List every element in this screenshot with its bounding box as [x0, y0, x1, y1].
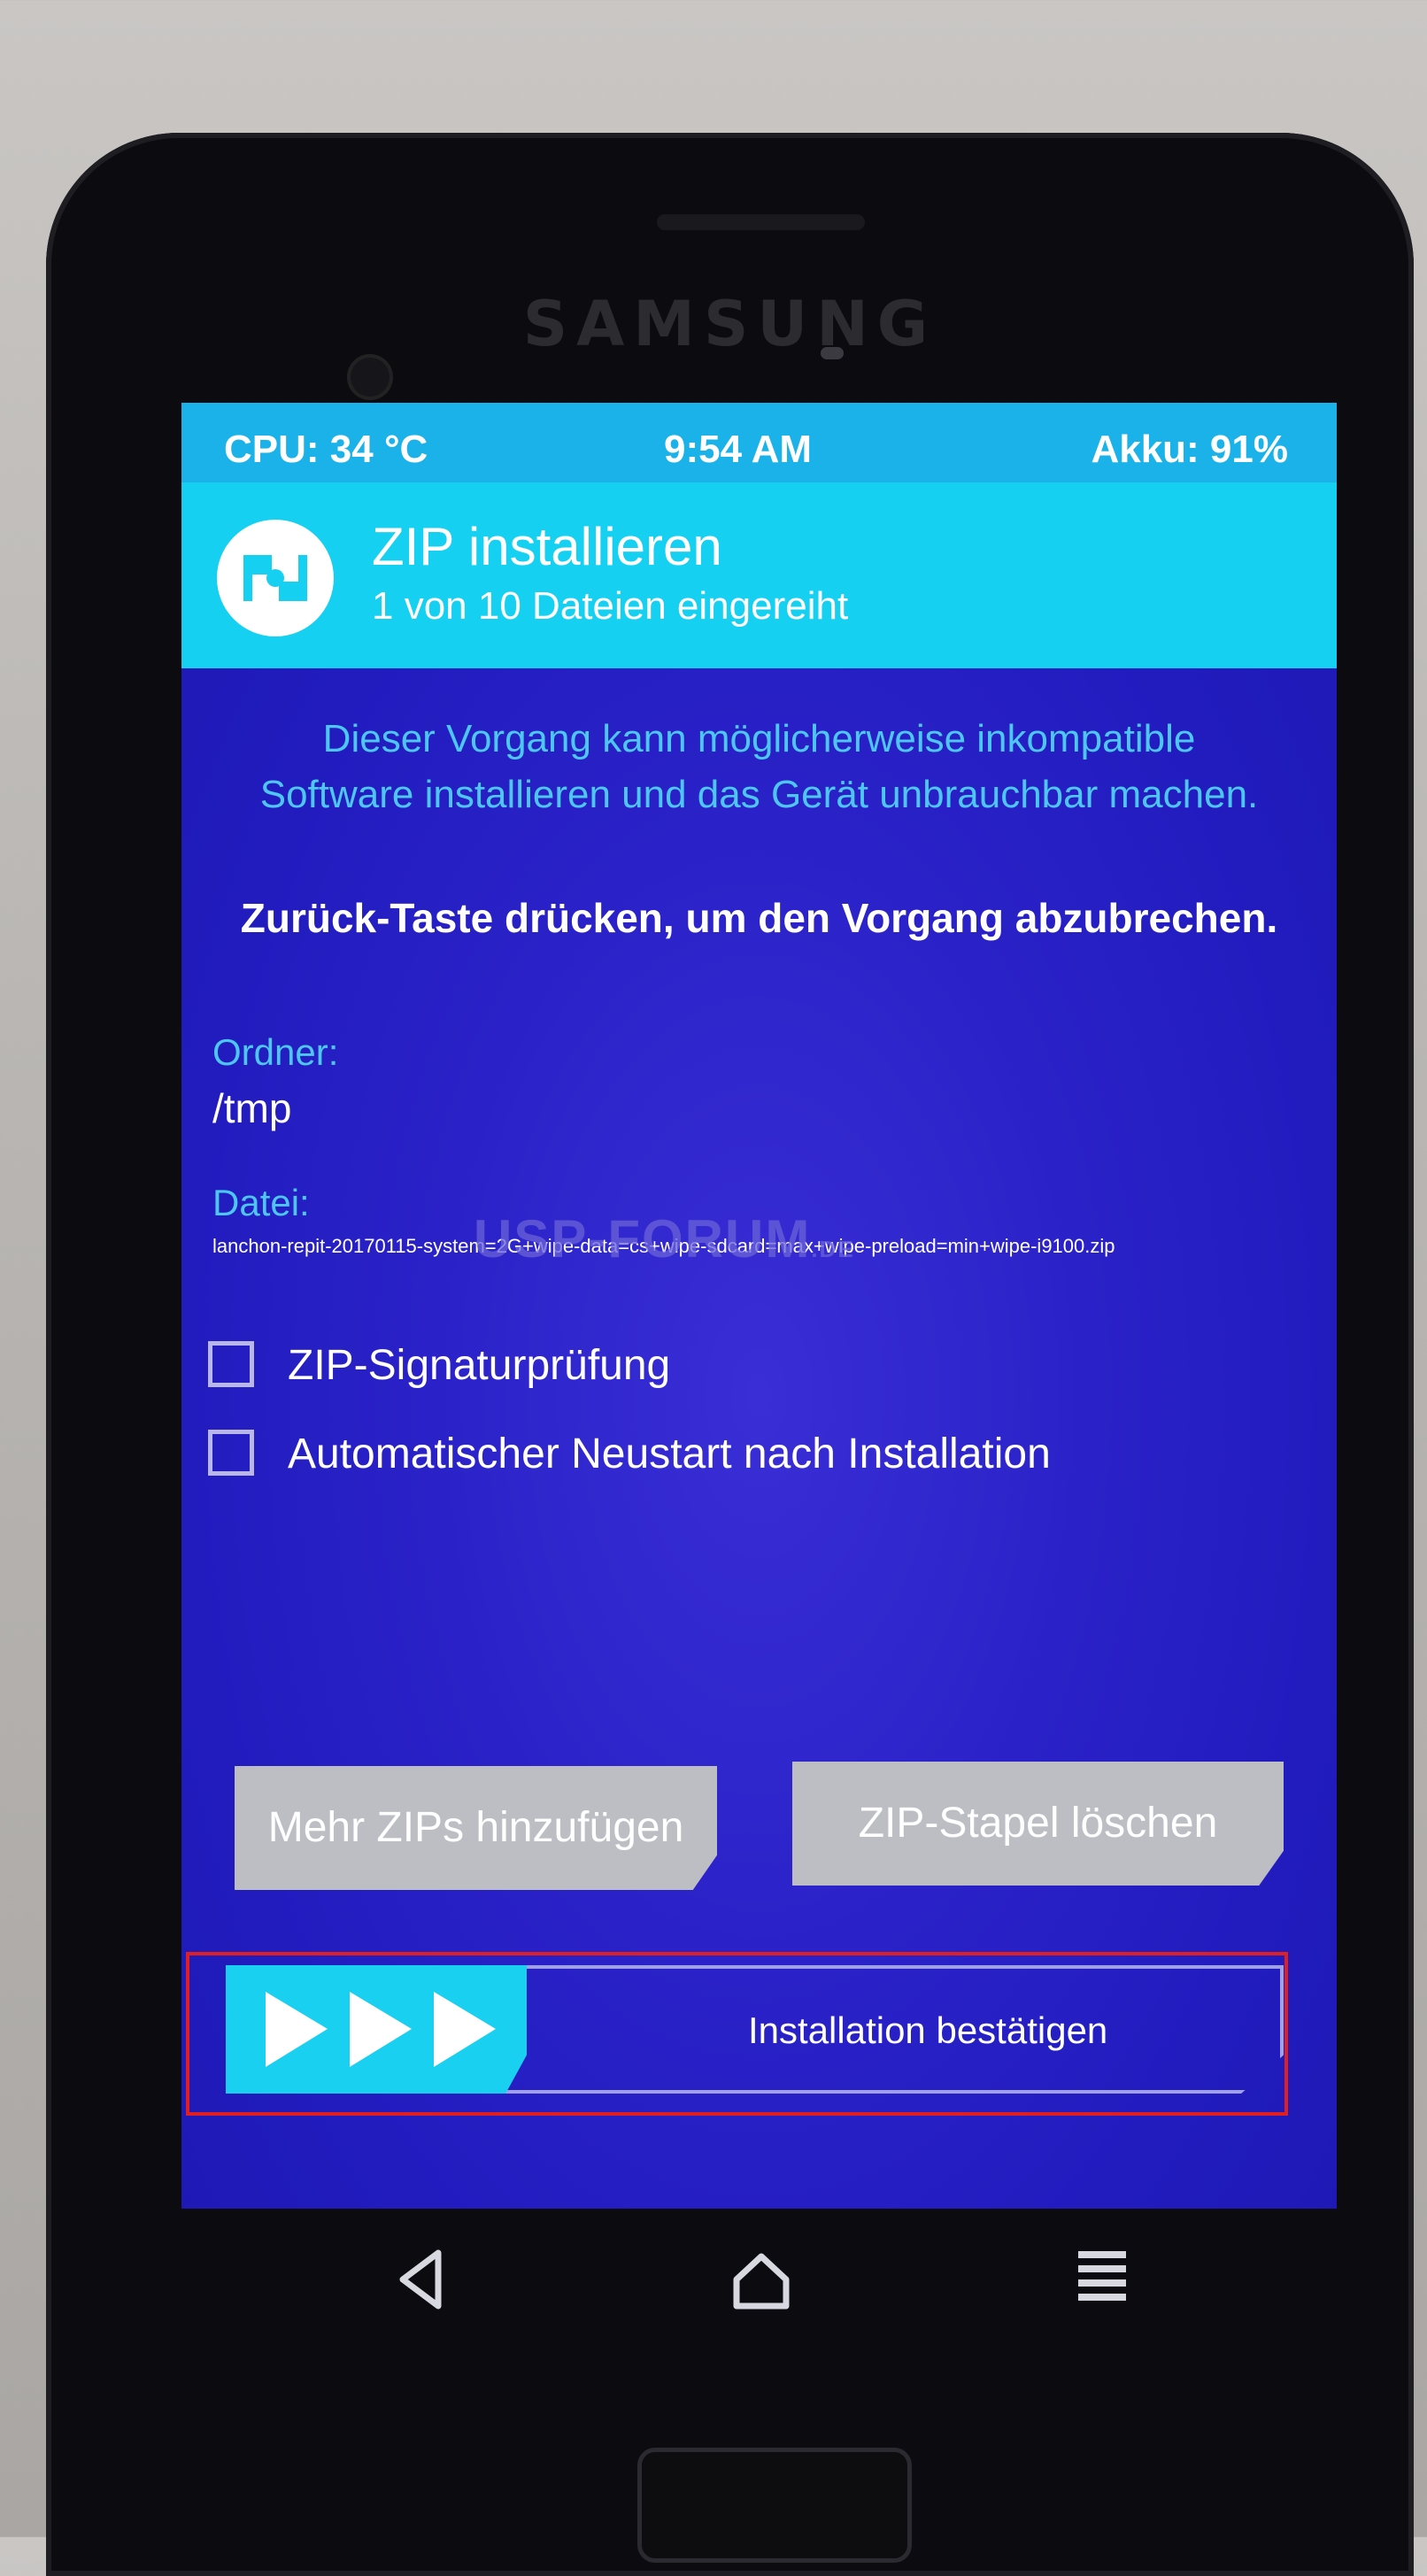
screen: CPU: 34 °C 9:54 AM Akku: 91% ZIP install… [181, 403, 1337, 2209]
brand-logo: SAMSUNG [522, 288, 937, 360]
back-hint: Zurück-Taste drücken, um den Vorgang abz… [240, 895, 1278, 941]
earpiece-speaker [657, 214, 865, 230]
warning-line-2: Software installieren und das Gerät unbr… [259, 773, 1259, 816]
checkbox[interactable] [208, 1430, 254, 1476]
checkbox[interactable] [208, 1341, 254, 1387]
page-subtitle: 1 von 10 Dateien eingereiht [372, 584, 849, 628]
watermark: USP-FORUM.DE [474, 1208, 855, 1269]
home-icon[interactable] [726, 2244, 797, 2315]
watermark-text: USP-FORUM [474, 1209, 812, 1269]
clock: 9:54 AM [664, 428, 813, 471]
battery-level: Akku: 91% [1091, 428, 1288, 471]
status-bar: CPU: 34 °C 9:54 AM Akku: 91% [181, 403, 1337, 482]
swipe-handle[interactable] [226, 1965, 527, 2094]
file-label: Datei: [212, 1182, 310, 1223]
swipe-arrows-icon [266, 1992, 496, 2067]
add-more-zips-button[interactable]: Mehr ZIPs hinzufügen [235, 1766, 717, 1890]
option-label: Automatischer Neustart nach Installation [288, 1431, 1051, 1477]
twrp-logo-icon [217, 520, 334, 636]
front-camera [347, 354, 393, 400]
warning-line-1: Dieser Vorgang kann möglicherweise inkom… [322, 717, 1196, 760]
clear-zip-queue-button[interactable]: ZIP-Stapel löschen [792, 1762, 1284, 1886]
option-label: ZIP-Signaturprüfung [288, 1342, 671, 1389]
watermark-suffix: .DE [811, 1236, 855, 1262]
page-header: ZIP installieren 1 von 10 Dateien einger… [181, 482, 1337, 668]
folder-value: /tmp [212, 1085, 292, 1131]
physical-home-button[interactable] [637, 2448, 912, 2563]
folder-label: Ordner: [212, 1031, 339, 1073]
cpu-temperature: CPU: 34 °C [224, 428, 428, 471]
navigation-bar [181, 2209, 1337, 2368]
swipe-label: Installation bestätigen [748, 2009, 1108, 2051]
page-title: ZIP installieren [372, 517, 722, 576]
back-icon[interactable] [390, 2244, 451, 2315]
menu-icon[interactable] [1071, 2244, 1133, 2315]
